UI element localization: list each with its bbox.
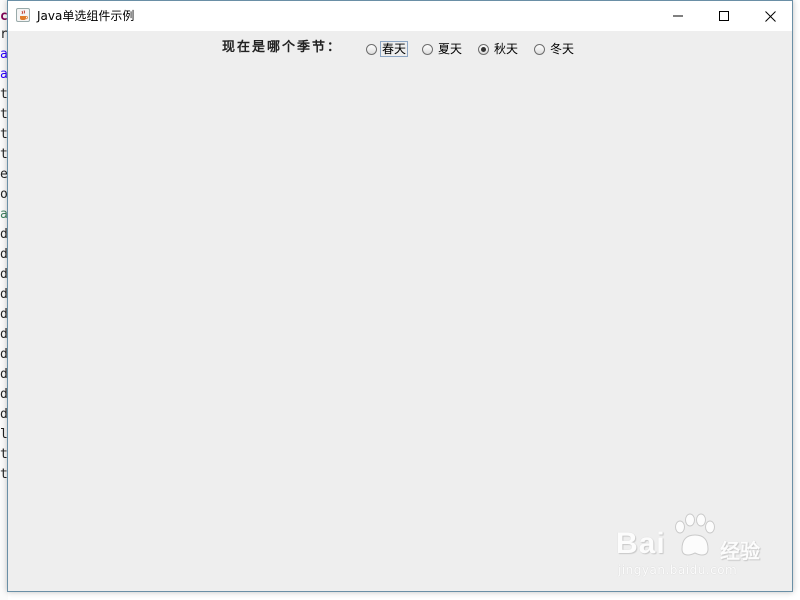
radio-label[interactable]: 春天 [379, 41, 409, 57]
minimize-button[interactable] [655, 1, 701, 31]
radio-label[interactable]: 秋天 [493, 42, 519, 56]
baidu-jingyan-watermark: Bai 经验 jingyan.baidu.com [616, 513, 776, 583]
title-bar[interactable]: Java单选组件示例 [8, 1, 792, 31]
watermark-suffix: 经验 [720, 539, 760, 563]
app-window: Java单选组件示例 现在是哪个季节： 春天 夏天 秋天 冬天 Bai 经验 j… [7, 0, 793, 592]
baidu-paw-icon [675, 513, 715, 556]
window-title: Java单选组件示例 [37, 9, 135, 23]
radio-option-autumn[interactable]: 秋天 [478, 40, 519, 58]
close-icon [764, 10, 776, 22]
maximize-button[interactable] [701, 1, 747, 31]
close-button[interactable] [747, 1, 793, 31]
radio-option-winter[interactable]: 冬天 [534, 40, 575, 58]
radio-option-spring[interactable]: 春天 [366, 40, 409, 58]
radio-option-summer[interactable]: 夏天 [422, 40, 463, 58]
radio-button[interactable] [422, 43, 433, 55]
minimize-icon [673, 15, 683, 17]
radio-label[interactable]: 夏天 [437, 42, 463, 56]
radio-label[interactable]: 冬天 [549, 42, 575, 56]
content-panel: 现在是哪个季节： 春天 夏天 秋天 冬天 Bai 经验 jingyan.baid… [8, 31, 792, 591]
radio-button-checked[interactable] [478, 43, 489, 55]
watermark-brand: Bai [616, 527, 666, 560]
radio-button[interactable] [534, 43, 545, 55]
radio-button[interactable] [366, 43, 377, 55]
java-cup-icon[interactable] [16, 8, 30, 22]
watermark-url: jingyan.baidu.com [618, 563, 738, 577]
maximize-icon [719, 11, 729, 21]
season-question-label: 现在是哪个季节： [222, 40, 343, 55]
